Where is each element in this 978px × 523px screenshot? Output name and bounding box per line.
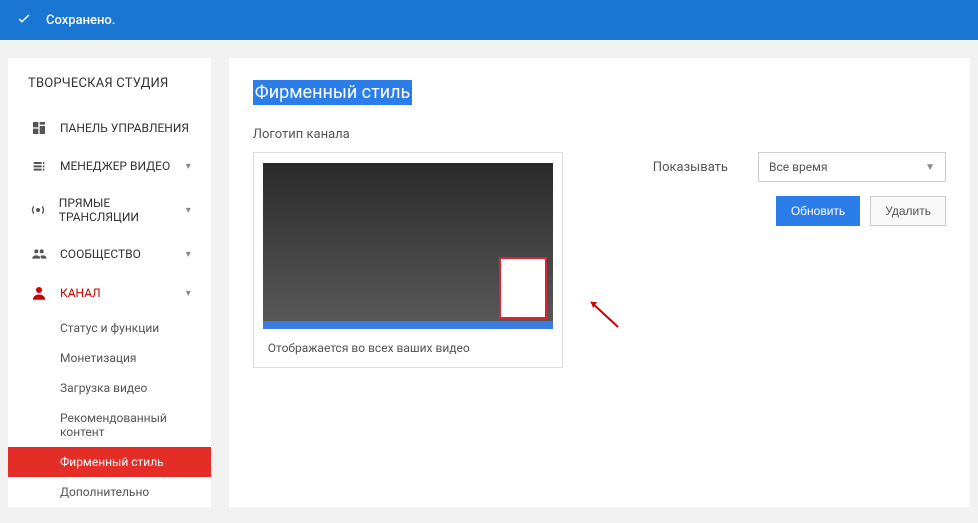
sub-item-branding[interactable]: Фирменный стиль — [8, 447, 211, 477]
sidebar-title: ТВОРЧЕСКАЯ СТУДИЯ — [8, 76, 211, 109]
banner-message: Сохранено. — [46, 13, 115, 28]
live-icon — [28, 202, 49, 218]
video-progress-bar — [263, 321, 553, 329]
controls: Показывать Все время ▼ Обновить Удалить — [653, 152, 946, 226]
preview-card: Отображается во всех ваших видео — [253, 152, 563, 368]
sidebar-item-label: СООБЩЕСТВО — [60, 247, 141, 261]
sub-item-status[interactable]: Статус и функции — [60, 313, 211, 343]
sidebar-item-community[interactable]: СООБЩЕСТВО ▾ — [8, 235, 211, 273]
select-value: Все время — [769, 160, 828, 174]
page-title: Фирменный стиль — [253, 80, 413, 105]
sidebar-item-video-manager[interactable]: МЕНЕДЖЕР ВИДЕО ▾ — [8, 147, 211, 185]
saved-banner: Сохранено. — [0, 0, 978, 40]
sidebar-item-dashboard[interactable]: ПАНЕЛЬ УПРАВЛЕНИЯ — [8, 109, 211, 147]
arrow-annotation — [583, 292, 623, 336]
video-manager-icon — [28, 158, 50, 174]
sidebar: ТВОРЧЕСКАЯ СТУДИЯ ПАНЕЛЬ УПРАВЛЕНИЯ МЕНЕ… — [8, 58, 211, 507]
sidebar-item-label: ПАНЕЛЬ УПРАВЛЕНИЯ — [60, 121, 189, 135]
sidebar-item-label: КАНАЛ — [60, 286, 101, 300]
main-content: Фирменный стиль Логотип канала Отображае… — [229, 58, 970, 507]
update-button[interactable]: Обновить — [776, 196, 860, 226]
sub-item-advanced[interactable]: Дополнительно — [60, 477, 211, 507]
dropdown-arrow-icon: ▼ — [925, 162, 935, 173]
sub-item-featured[interactable]: Рекомендованный контент — [60, 403, 211, 447]
chevron-down-icon: ▾ — [186, 205, 191, 216]
sidebar-item-channel[interactable]: КАНАЛ ▾ — [8, 273, 211, 313]
section-label-logo: Логотип канала — [253, 127, 946, 142]
sidebar-item-label: МЕНЕДЖЕР ВИДЕО — [60, 159, 170, 173]
display-timing-select[interactable]: Все время ▼ — [758, 152, 946, 182]
community-icon — [28, 246, 50, 262]
channel-subitems: Статус и функции Монетизация Загрузка ви… — [8, 313, 211, 507]
person-icon — [28, 284, 50, 302]
check-icon — [16, 10, 32, 30]
dashboard-icon — [28, 120, 50, 136]
sub-item-monetization[interactable]: Монетизация — [60, 343, 211, 373]
delete-button[interactable]: Удалить — [870, 196, 946, 226]
sidebar-item-live[interactable]: ПРЯМЫЕ ТРАНСЛЯЦИИ ▾ — [8, 185, 211, 235]
video-preview — [263, 163, 553, 329]
preview-caption: Отображается во всех ваших видео — [254, 329, 562, 367]
chevron-down-icon: ▾ — [186, 249, 191, 260]
sub-item-upload[interactable]: Загрузка видео — [60, 373, 211, 403]
chevron-down-icon: ▾ — [186, 288, 191, 299]
display-label: Показывать — [653, 160, 728, 175]
sidebar-item-label: ПРЯМЫЕ ТРАНСЛЯЦИИ — [59, 196, 186, 224]
watermark-placeholder — [499, 257, 547, 319]
chevron-down-icon: ▾ — [186, 161, 191, 172]
